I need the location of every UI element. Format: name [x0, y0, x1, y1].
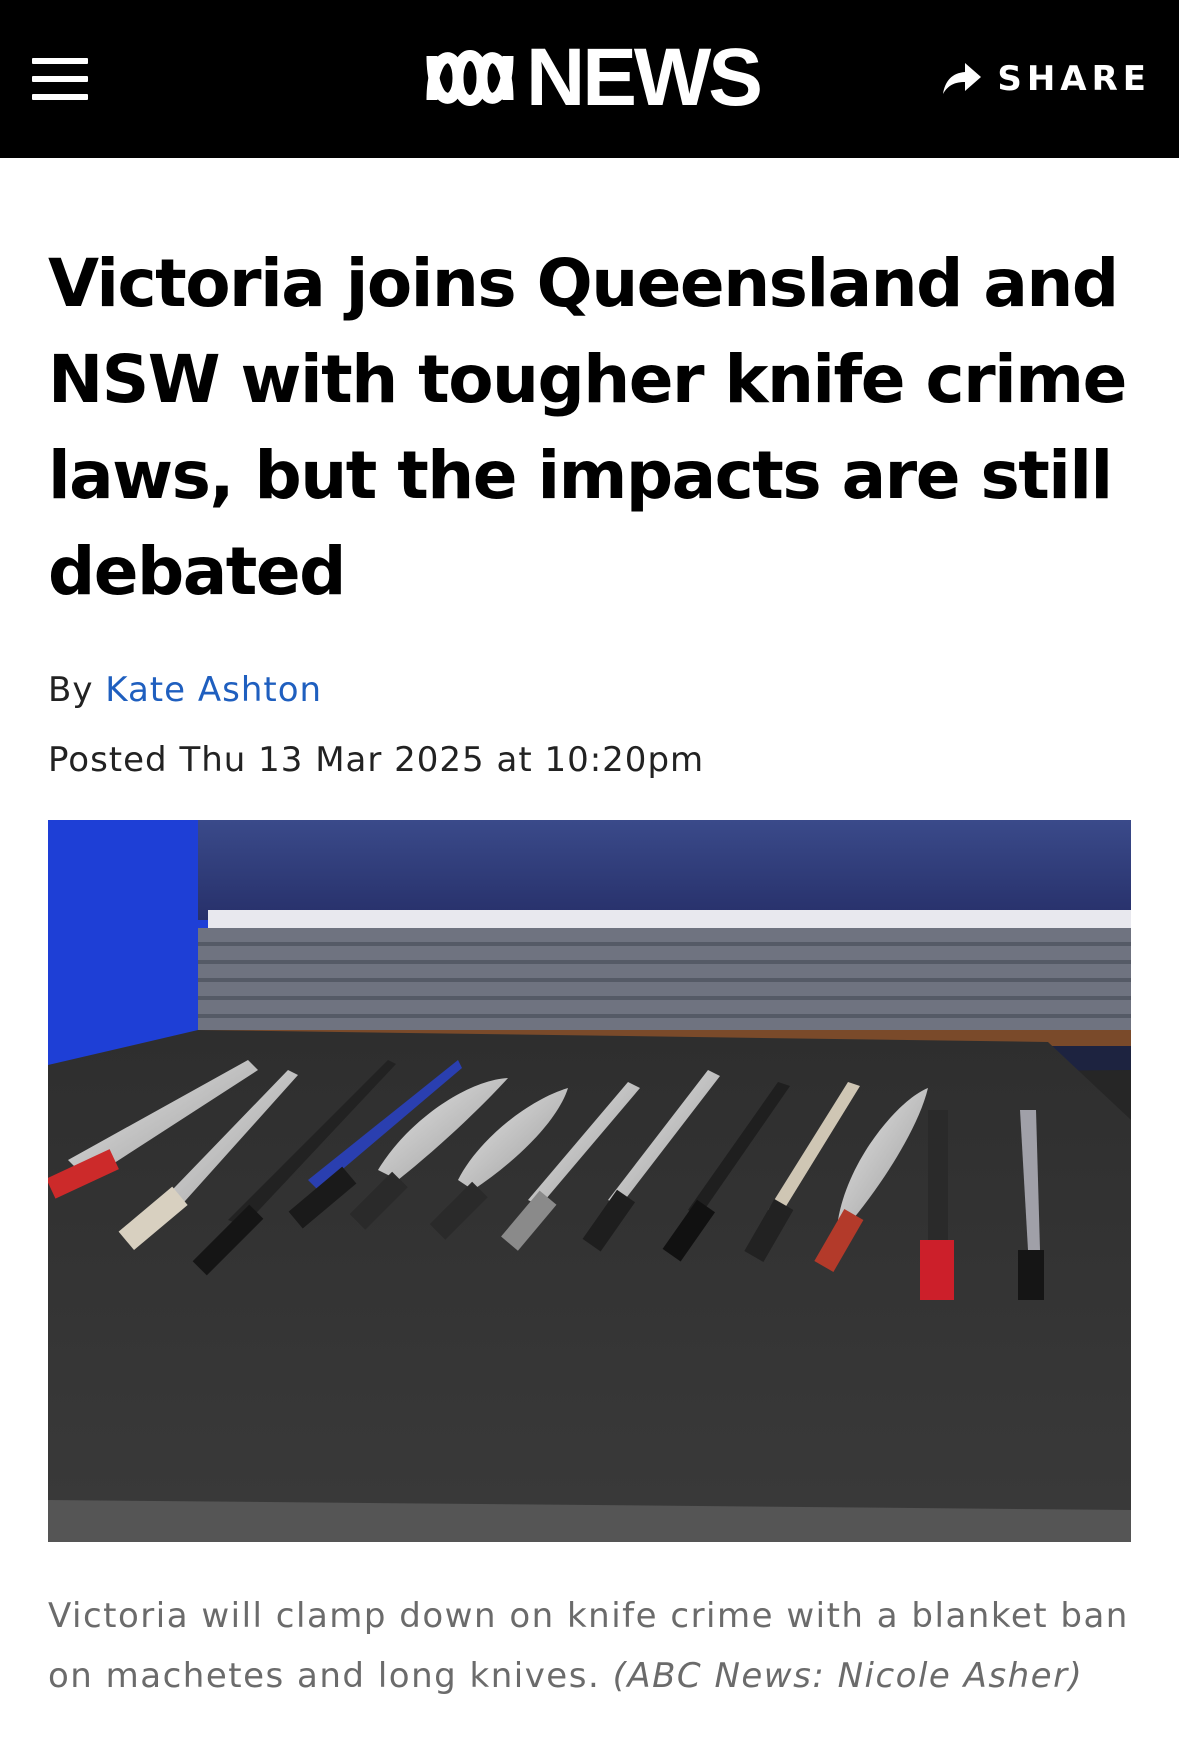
- photo-caption: Victoria will clamp down on knife crime …: [48, 1586, 1131, 1706]
- abc-lissajous-logo-icon: [426, 50, 514, 106]
- hamburger-menu-icon[interactable]: [32, 58, 88, 100]
- share-label: SHARE: [997, 59, 1151, 99]
- article-photo[interactable]: [48, 820, 1131, 1542]
- share-arrow-icon: [943, 63, 982, 94]
- article-headline: Victoria joins Queensland and NSW with t…: [48, 245, 1127, 610]
- caption-credit: (ABC News: Nicole Asher): [612, 1656, 1084, 1696]
- byline-prefix: By: [48, 670, 94, 710]
- posted-timestamp: Posted Thu 13 Mar 2025 at 10:20pm: [48, 740, 705, 780]
- top-navigation-bar: NEWS SHARE: [0, 0, 1179, 158]
- author-link[interactable]: Kate Ashton: [105, 670, 322, 710]
- knives-photo-illustration: [48, 820, 1131, 1542]
- share-button[interactable]: SHARE: [941, 56, 1151, 102]
- abc-news-logo[interactable]: NEWS: [420, 32, 763, 123]
- byline: By Kate Ashton: [48, 668, 1131, 712]
- logo-text: NEWS: [526, 32, 763, 123]
- article-body: Victoria joins Queensland and NSW with t…: [48, 158, 1131, 1706]
